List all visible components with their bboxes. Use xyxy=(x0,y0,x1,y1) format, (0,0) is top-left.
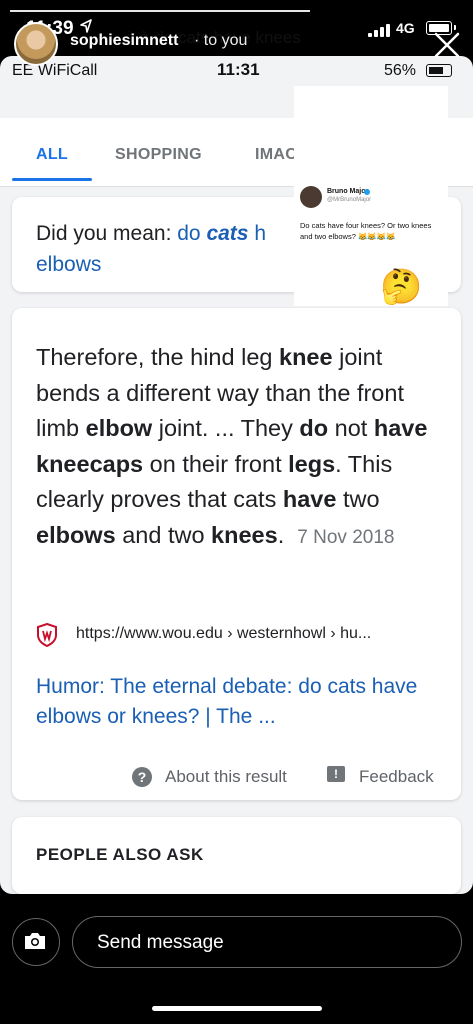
result-title-link[interactable]: Humor: The eternal debate: do cats have … xyxy=(36,672,446,732)
tweet-text: Do cats have four knees? Or two knees an… xyxy=(300,221,432,241)
inner-battery-icon xyxy=(426,64,452,77)
did-you-mean-text[interactable]: Did you mean: do cats h elbows xyxy=(36,218,306,280)
question-icon[interactable]: ? xyxy=(132,767,152,787)
tweet-handle: @MrBrunoMajor xyxy=(327,197,372,203)
inner-carrier: EE WiFiCall xyxy=(12,62,98,79)
story-progress-bar xyxy=(10,10,310,12)
story-replying-label: · to you xyxy=(194,32,248,49)
tab-images[interactable]: IMAC xyxy=(255,146,297,164)
network-type: 4G xyxy=(396,20,415,36)
snippet-text: Therefore, the hind leg knee joint bends… xyxy=(36,344,428,548)
story-username[interactable]: sophiesimnett xyxy=(70,32,178,50)
inner-time: 11:31 xyxy=(217,60,260,79)
about-result-link[interactable]: About this result xyxy=(165,767,287,787)
result-url[interactable]: https://www.wou.edu › westernhowl › hu..… xyxy=(76,625,371,643)
camera-icon xyxy=(25,933,45,949)
home-indicator[interactable] xyxy=(152,1006,322,1011)
tab-shopping[interactable]: SHOPPING xyxy=(115,146,202,164)
tweet-author-name: Bruno Major xyxy=(327,188,369,195)
thinking-face-sticker[interactable]: 🤔 xyxy=(380,266,422,308)
send-message-placeholder: Send message xyxy=(97,932,224,953)
inner-status-bar: EE WiFiCall 11:31 56% xyxy=(0,56,473,84)
signal-icon xyxy=(368,24,390,37)
avatar[interactable] xyxy=(14,22,58,66)
inner-battery-percent: 56% xyxy=(384,62,417,79)
feedback-link[interactable]: Feedback xyxy=(359,767,434,787)
active-tab-indicator xyxy=(12,178,92,181)
people-also-ask-heading: PEOPLE ALSO ASK xyxy=(36,845,204,864)
feedback-icon[interactable]: ! xyxy=(327,766,345,782)
site-favicon-icon xyxy=(37,623,57,647)
tweet-avatar xyxy=(300,186,322,208)
verified-icon xyxy=(364,189,370,195)
snippet-date: 7 Nov 2018 xyxy=(297,526,395,548)
tab-all[interactable]: ALL xyxy=(36,146,68,164)
location-arrow-icon xyxy=(80,19,92,33)
close-icon[interactable] xyxy=(432,30,462,60)
